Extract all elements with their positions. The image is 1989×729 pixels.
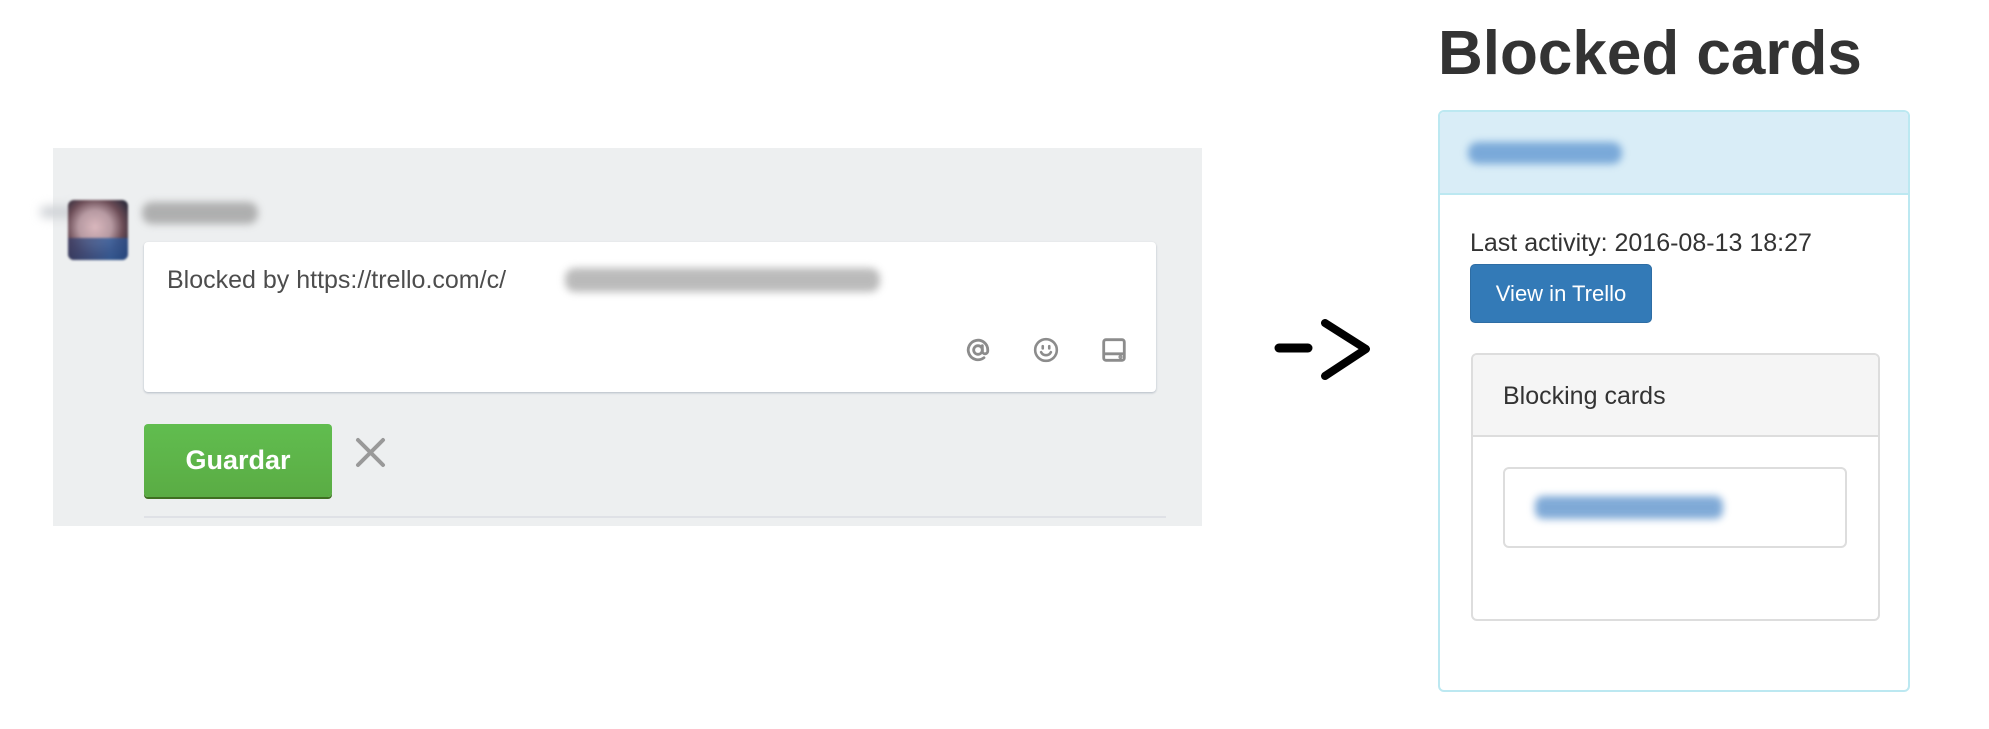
- list-item[interactable]: [1503, 467, 1847, 548]
- card-title-redacted[interactable]: [1468, 142, 1622, 164]
- author-name-redacted: [142, 202, 258, 224]
- close-icon[interactable]: [355, 437, 386, 468]
- comment-url-redacted: [565, 268, 880, 292]
- comment-input[interactable]: [144, 242, 1156, 392]
- avatar[interactable]: [68, 200, 128, 260]
- blocking-card-link-redacted[interactable]: [1535, 496, 1723, 519]
- card-icon[interactable]: [1101, 337, 1127, 363]
- comment-text[interactable]: Blocked by https://trello.com/c/: [167, 266, 506, 295]
- divider: [144, 516, 1166, 518]
- arrow-right-icon: [1274, 319, 1370, 380]
- card-panel-header: [1440, 112, 1908, 195]
- view-in-trello-button[interactable]: View in Trello: [1470, 264, 1652, 323]
- blocking-cards-header: Blocking cards: [1473, 355, 1878, 437]
- last-activity-text: Last activity: 2016-08-13 18:27: [1470, 229, 1812, 257]
- blocking-cards-title: Blocking cards: [1503, 382, 1666, 410]
- page-title: Blocked cards: [1438, 19, 1862, 88]
- save-button[interactable]: Guardar: [144, 424, 332, 497]
- emoji-icon[interactable]: [1033, 337, 1059, 363]
- mention-icon[interactable]: [965, 337, 991, 363]
